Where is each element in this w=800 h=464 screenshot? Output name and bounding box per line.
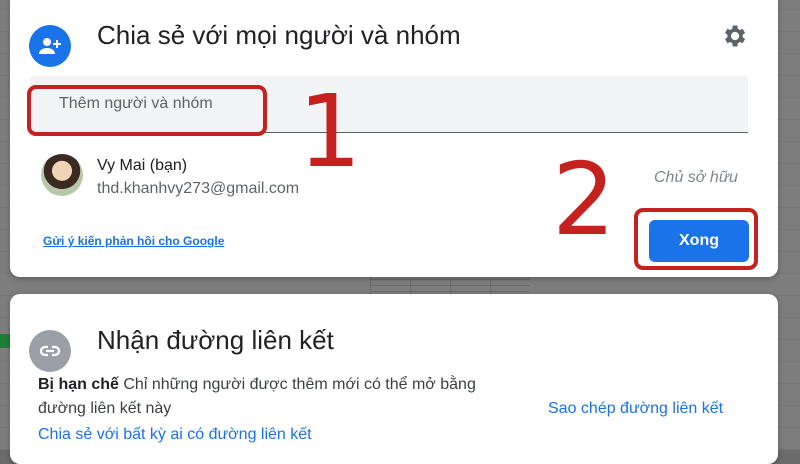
access-description-2: đường liên kết này xyxy=(38,400,172,417)
link-dialog-title: Nhận đường liên kết xyxy=(97,325,334,355)
link-icon xyxy=(29,330,71,372)
access-label[interactable]: Bị hạn chế xyxy=(38,376,119,393)
access-description-1: Chỉ những người được thêm mới có thể mở … xyxy=(123,376,476,393)
highlight-box-input xyxy=(27,85,267,136)
done-button[interactable]: Xong xyxy=(649,220,749,262)
user-email: thd.khanhvy273@gmail.com xyxy=(97,180,300,197)
access-info: Bị hạn chế Chỉ những người được thêm mới… xyxy=(38,376,476,394)
avatar xyxy=(41,154,83,196)
step-number-2: 2 xyxy=(552,141,616,258)
user-name: Vy Mai (bạn) xyxy=(97,157,188,174)
gear-icon[interactable] xyxy=(720,22,748,50)
copy-link-button[interactable]: Sao chép đường liên kết xyxy=(548,400,723,418)
step-number-1: 1 xyxy=(298,73,362,190)
share-anyone-link[interactable]: Chia sẻ với bất kỳ ai có đường liên kết xyxy=(38,426,312,444)
owner-role: Chủ sở hữu xyxy=(654,169,738,186)
background-sheet-tab xyxy=(0,334,10,348)
feedback-link[interactable]: Gửi ý kiến phản hồi cho Google xyxy=(43,234,224,248)
person-add-icon xyxy=(29,25,71,67)
share-dialog-title: Chia sẻ với mọi người và nhóm xyxy=(97,20,461,50)
